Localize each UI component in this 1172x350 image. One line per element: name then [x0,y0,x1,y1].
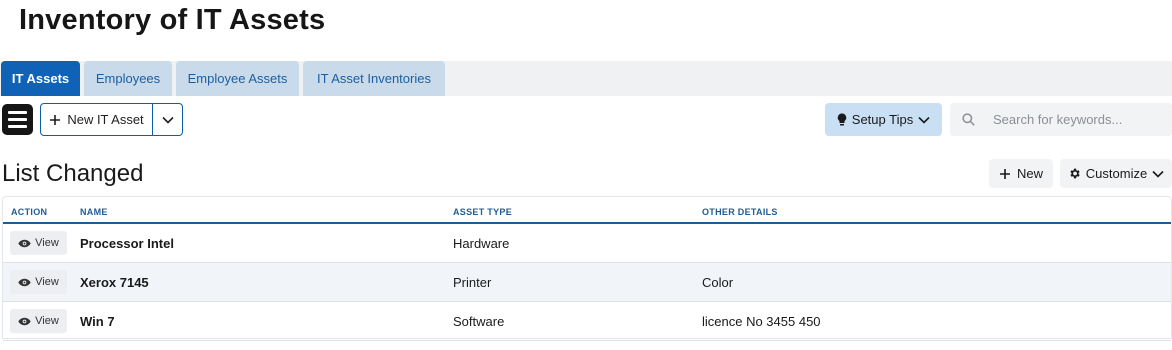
new-button-label: New [1016,166,1043,181]
tab-bar: IT Assets Employees Employee Assets IT A… [0,61,1172,96]
search-icon [950,113,986,126]
setup-tips-label: Setup Tips [851,112,914,127]
eye-icon [18,239,31,247]
column-header-asset-type[interactable]: ASSET TYPE [453,207,512,217]
new-it-asset-button[interactable]: New IT Asset [41,104,153,135]
search-input[interactable] [993,112,1163,127]
chevron-down-icon [918,116,930,124]
asset-name: Xerox 7145 [80,275,149,290]
setup-tips-button[interactable]: Setup Tips [825,103,942,136]
table-header: ACTION NAME ASSET TYPE OTHER DETAILS [3,197,1171,224]
hamburger-menu-button[interactable] [2,104,33,135]
eye-icon [18,317,31,325]
eye-icon [18,278,31,286]
assets-table: ACTION NAME ASSET TYPE OTHER DETAILS Vie… [2,196,1172,341]
lightbulb-icon [837,113,847,126]
new-button[interactable]: New [989,159,1053,188]
plus-icon [50,114,61,125]
asset-type: Printer [453,275,492,290]
new-it-asset-dropdown-button[interactable] [153,104,182,135]
tab-it-assets[interactable]: IT Assets [1,61,80,96]
asset-name: Win 7 [80,314,115,329]
hamburger-icon [8,111,27,114]
view-button[interactable]: View [10,231,67,255]
chevron-down-icon [1152,170,1164,178]
search-box [950,103,1172,136]
table-row: View Processor Intel Hardware [3,224,1171,263]
view-label: View [35,276,59,288]
asset-type: Software [453,314,505,329]
tab-it-asset-inventories[interactable]: IT Asset Inventories [303,61,445,96]
view-label: View [35,315,59,327]
new-it-asset-split-button: New IT Asset [40,103,183,136]
table-row: View Xerox 7145 Printer Color [3,263,1171,302]
chevron-down-icon [161,116,174,124]
asset-other-details: Color [702,275,734,290]
plus-icon [999,168,1010,179]
new-it-asset-label: New IT Asset [67,112,144,127]
tab-employees[interactable]: Employees [84,61,172,96]
asset-type: Hardware [453,236,510,251]
view-button[interactable]: View [10,309,67,333]
column-header-action: ACTION [11,207,48,217]
view-label: View [35,237,59,249]
page-title: Inventory of IT Assets [19,4,326,36]
asset-other-details: licence No 3455 450 [702,314,821,329]
view-button[interactable]: View [10,270,67,294]
column-header-name[interactable]: NAME [80,207,108,217]
asset-name: Processor Intel [80,236,174,251]
list-title: List Changed [2,160,144,187]
tab-employee-assets[interactable]: Employee Assets [176,61,299,96]
table-row: View Win 7 Software licence No 3455 450 [3,302,1171,341]
customize-button[interactable]: Customize [1060,159,1172,188]
gear-icon [1070,168,1080,179]
customize-button-label: Customize [1085,166,1148,181]
column-header-other-details[interactable]: OTHER DETAILS [702,207,778,217]
